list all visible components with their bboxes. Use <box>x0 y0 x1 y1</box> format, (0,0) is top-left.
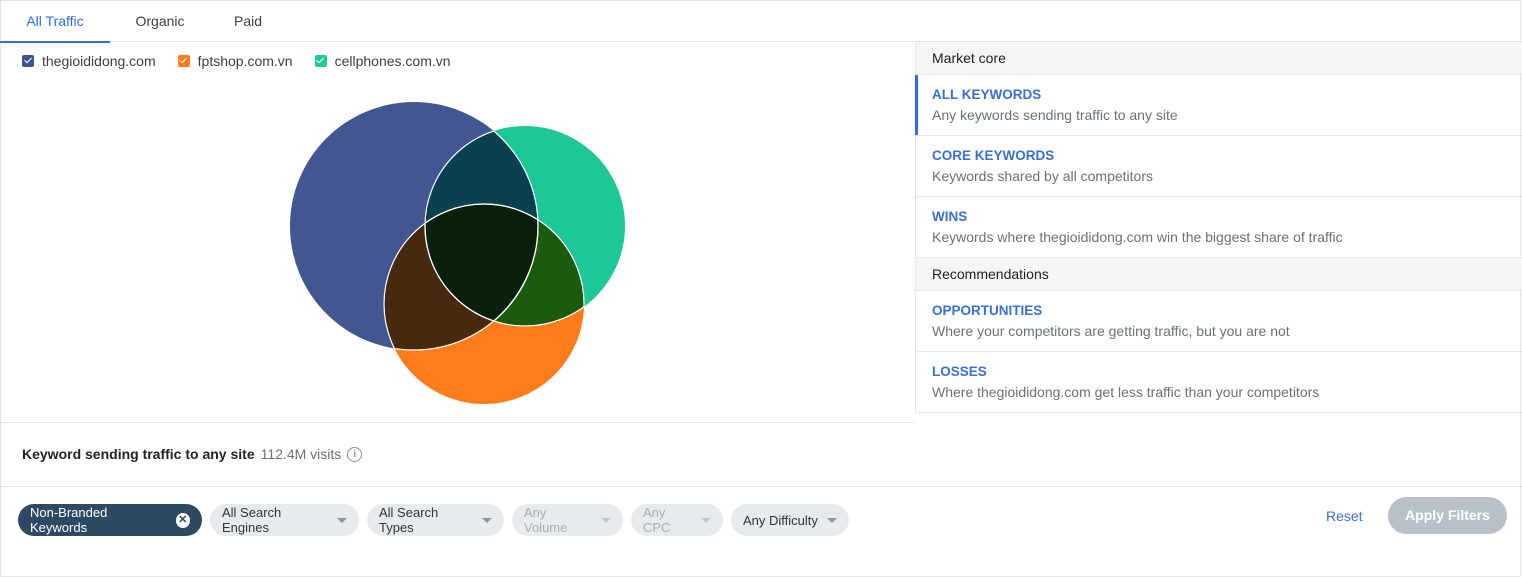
divider <box>0 486 1522 487</box>
option-description: Any keywords sending traffic to any site <box>932 107 1178 123</box>
difficulty-dropdown[interactable]: Any Difficulty <box>731 504 849 536</box>
venn-diagram <box>290 102 625 404</box>
summary-title: Keyword sending traffic to any site <box>22 446 255 462</box>
option-description: Keywords shared by all competitors <box>932 168 1153 184</box>
chip-label: All Search Engines <box>222 505 282 535</box>
option-title: ALL KEYWORDS <box>932 87 1042 102</box>
chevron-down-icon <box>601 517 611 523</box>
info-icon[interactable]: i <box>347 446 363 462</box>
non-branded-filter-chip[interactable]: Non-Branded Keywords ✕ <box>18 504 202 536</box>
chip-label: Non-Branded Keywords <box>30 505 108 535</box>
tab-all-traffic[interactable]: All Traffic <box>0 0 110 43</box>
option-title: CORE KEYWORDS <box>932 148 1055 163</box>
option-title: WINS <box>932 209 968 224</box>
losses-option[interactable]: LOSSES Where thegioididong.com get less … <box>916 352 1522 413</box>
chip-label: All Search Types <box>379 505 439 535</box>
option-title: OPPORTUNITIES <box>932 303 1043 318</box>
apply-filters-button[interactable]: Apply Filters <box>1388 497 1507 534</box>
traffic-tabs: All Traffic Organic Paid <box>0 0 1522 43</box>
cpc-dropdown[interactable]: Any CPC <box>631 504 723 536</box>
core-keywords-option[interactable]: CORE KEYWORDS Keywords shared by all com… <box>916 136 1522 197</box>
tab-organic[interactable]: Organic <box>118 0 202 41</box>
option-description: Keywords where thegioididong.com win the… <box>932 229 1343 245</box>
chevron-down-icon <box>826 517 837 523</box>
volume-dropdown[interactable]: Any Volume <box>512 504 623 536</box>
tab-paid[interactable]: Paid <box>216 0 280 41</box>
chip-label: Any Difficulty <box>743 512 818 528</box>
search-types-dropdown[interactable]: All Search Types <box>367 504 504 536</box>
chip-label: Any CPC <box>643 505 671 535</box>
chip-label: Any Volume <box>524 505 568 535</box>
reset-button[interactable]: Reset <box>1326 508 1363 524</box>
recommendations-header: Recommendations <box>916 258 1522 291</box>
market-core-header: Market core <box>916 42 1522 75</box>
all-keywords-option[interactable]: ALL KEYWORDS Any keywords sending traffi… <box>915 75 1522 136</box>
opportunities-option[interactable]: OPPORTUNITIES Where your competitors are… <box>916 291 1522 352</box>
option-description: Where thegioididong.com get less traffic… <box>932 384 1320 400</box>
traffic-summary: Keyword sending traffic to any site 112.… <box>22 446 363 462</box>
option-title: LOSSES <box>932 364 987 379</box>
keyword-category-panel: Market core ALL KEYWORDS Any keywords se… <box>915 42 1522 413</box>
chevron-down-icon <box>701 517 711 523</box>
summary-visits: 112.4M visits <box>260 446 342 462</box>
divider <box>0 422 914 423</box>
chevron-down-icon <box>482 517 492 523</box>
chevron-down-icon <box>337 517 347 523</box>
option-description: Where your competitors are getting traff… <box>932 323 1290 339</box>
wins-option[interactable]: WINS Keywords where thegioididong.com wi… <box>916 197 1522 258</box>
close-icon[interactable]: ✕ <box>175 512 190 528</box>
search-engines-dropdown[interactable]: All Search Engines <box>210 504 359 536</box>
